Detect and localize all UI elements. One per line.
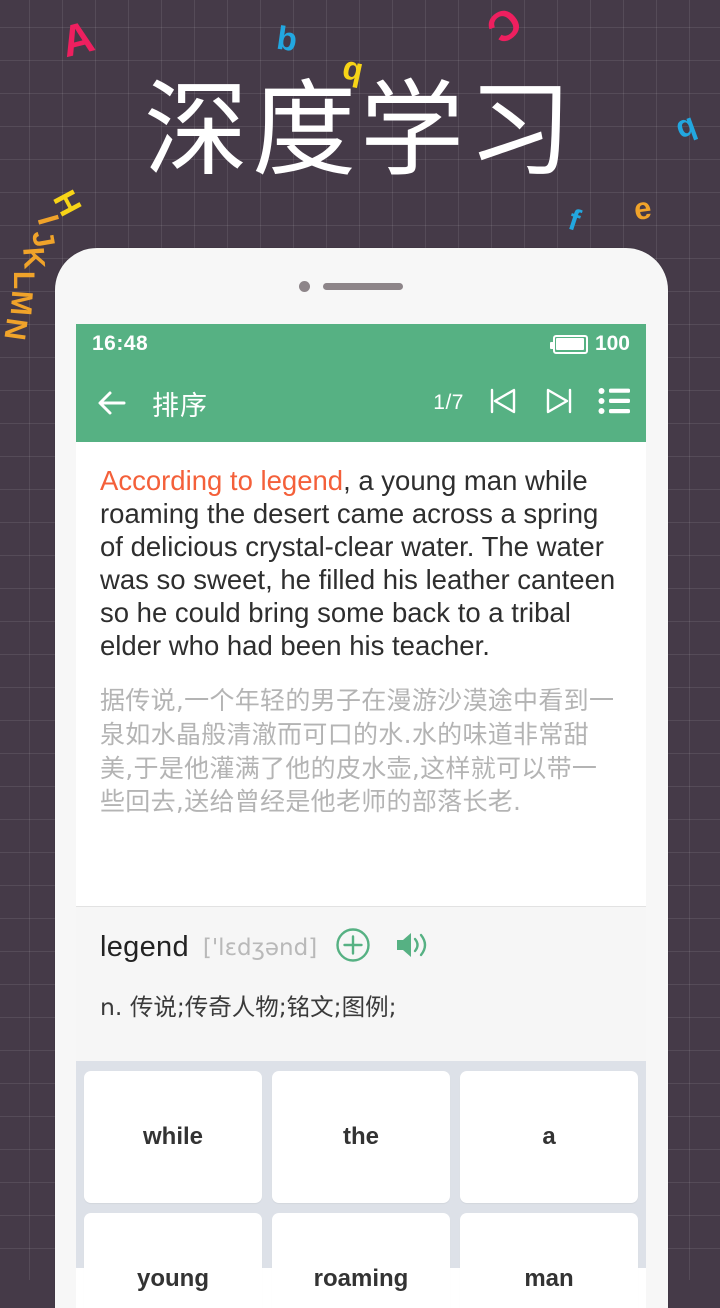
battery-icon [549,334,588,354]
word-tile-row: young roaming man [84,1213,638,1308]
word-tile[interactable]: while [84,1071,262,1203]
status-bar-right-group: 100 [549,332,630,356]
phone-top-bezel [55,248,668,324]
status-bar-time: 16:48 [92,332,149,355]
front-camera-icon [299,281,310,292]
speaker-icon[interactable] [393,928,431,967]
word-tile[interactable]: man [460,1213,638,1308]
highlighted-phrase[interactable]: According to legend [100,465,343,496]
earpiece-speaker-grille [323,283,403,290]
dictionary-definition: n. 传说;传奇人物;铭文;图例; [100,993,397,1021]
dictionary-word: legend [100,931,189,963]
word-tile[interactable]: the [272,1071,450,1203]
english-passage: According to legend, a young man while r… [100,464,622,662]
page-title: 深度学习 [143,74,576,189]
word-tile[interactable]: roaming [272,1213,450,1308]
app-bar: 排序 1/7 [76,364,646,442]
decorative-letter: M [3,289,39,317]
word-tile[interactable]: a [460,1071,638,1203]
plus-circle-icon[interactable] [335,927,371,968]
reading-area[interactable]: According to legend, a young man while r… [76,442,646,906]
battery-percentage: 100 [594,332,630,355]
chinese-translation: 据传说,一个年轻的男子在漫游沙漠途中看到一泉如水晶般清澈而可口的水.水的味道非常… [100,686,615,817]
back-arrow-icon[interactable] [94,387,130,419]
status-bar: 16:48 100 [76,324,646,364]
word-tile[interactable]: young [84,1213,262,1308]
phone-screen: 16:48 100 排序 1/7 According to legend, a … [76,324,646,1308]
list-menu-icon[interactable] [598,386,630,421]
skip-next-icon[interactable] [542,385,576,422]
dictionary-header: legend ['lɛdʒənd] [100,927,622,968]
decorative-letter: L [7,270,41,290]
word-tile-row: while the a [84,1071,638,1203]
page-counter: 1/7 [433,391,464,414]
decorative-letter: N [0,316,34,343]
word-tile-tray: while the a young roaming man [76,1061,646,1308]
dictionary-phonetic: ['lɛdʒənd] [202,934,318,961]
phone-mockup: 16:48 100 排序 1/7 According to legend, a … [55,248,668,1308]
app-bar-title: 排序 [152,390,208,422]
decorative-letter: K [16,246,51,270]
dictionary-panel: legend ['lɛdʒənd] n. 传说;传奇人物;铭文;图例; [76,906,646,1061]
skip-previous-icon[interactable] [486,385,520,422]
